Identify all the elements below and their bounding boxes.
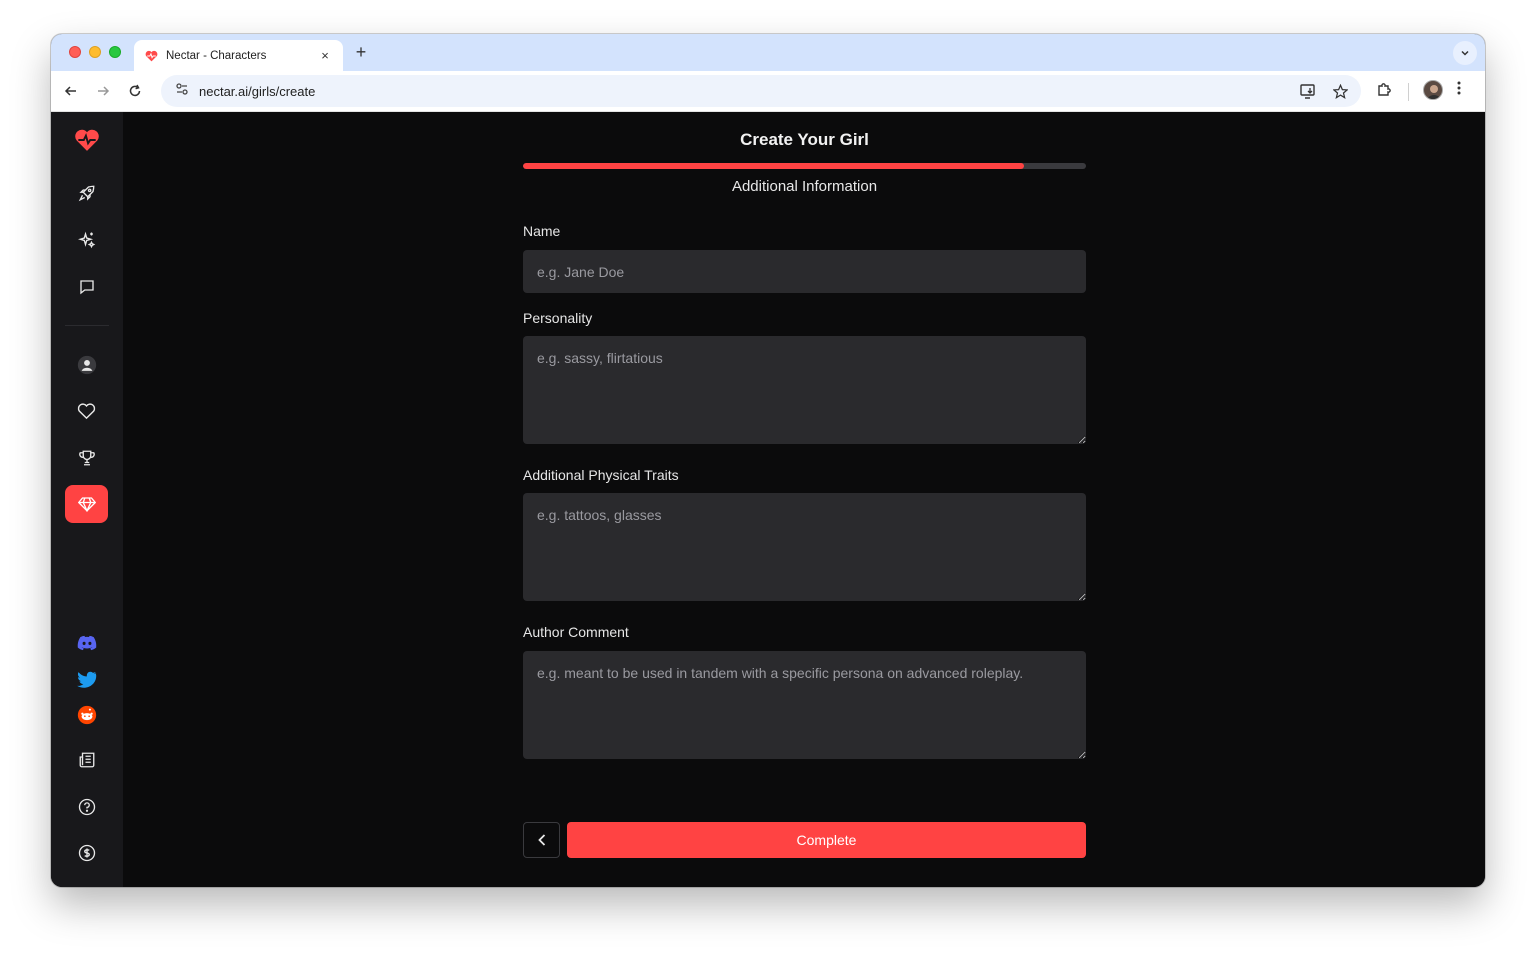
toolbar-separator (1408, 83, 1409, 101)
window-controls (69, 46, 121, 58)
browser-menu-button[interactable] (1457, 81, 1461, 95)
main-content: Create Your Girl Additional Information … (123, 112, 1485, 887)
back-nav-button[interactable] (61, 81, 81, 101)
arrow-right-icon (98, 86, 110, 96)
profile-button[interactable] (1423, 80, 1443, 100)
new-tab-button[interactable]: + (351, 43, 371, 63)
personality-label: Personality (523, 310, 593, 326)
progress-fill (523, 163, 1025, 169)
tab-strip: Nectar - Characters × + (51, 34, 1485, 71)
complete-button[interactable]: Complete (567, 822, 1086, 858)
help-icon[interactable] (65, 788, 108, 826)
trophy-icon[interactable] (65, 439, 108, 477)
physical-traits-input[interactable] (523, 493, 1086, 601)
close-window-button[interactable] (69, 46, 81, 58)
heart-favicon-icon (144, 49, 158, 63)
tab-search-button[interactable] (1453, 41, 1477, 65)
url-text: nectar.ai/girls/create (199, 83, 316, 99)
extensions-button[interactable] (1376, 81, 1392, 97)
sidebar (51, 112, 123, 887)
tab-title: Nectar - Characters (166, 49, 267, 62)
back-button[interactable] (523, 822, 560, 858)
minimize-window-button[interactable] (89, 46, 101, 58)
bookmark-star-icon[interactable] (1331, 82, 1349, 100)
sidebar-divider (65, 325, 109, 326)
chat-icon[interactable] (65, 268, 108, 306)
more-vert-icon (1457, 81, 1461, 95)
reddit-icon[interactable] (65, 696, 108, 734)
rocket-icon[interactable] (65, 174, 108, 212)
dollar-icon[interactable] (65, 834, 108, 872)
author-comment-label: Author Comment (523, 624, 629, 640)
discord-icon[interactable] (65, 624, 108, 662)
nectar-logo-icon[interactable] (65, 121, 108, 159)
forward-nav-button[interactable] (93, 81, 113, 101)
tab-close-icon[interactable]: × (317, 48, 333, 63)
browser-window: Nectar - Characters × + nectar.ai/girls/… (51, 34, 1485, 887)
page-title: Create Your Girl (740, 130, 869, 149)
browser-toolbar: nectar.ai/girls/create (51, 71, 1485, 112)
newspaper-icon[interactable] (65, 741, 108, 779)
chevron-down-icon (1461, 50, 1469, 56)
twitter-icon[interactable] (65, 660, 108, 698)
puzzle-icon (1378, 83, 1391, 96)
address-bar[interactable]: nectar.ai/girls/create (161, 75, 1361, 107)
avatar (1423, 80, 1443, 100)
arrow-left-icon (64, 86, 76, 96)
name-input[interactable] (523, 250, 1086, 293)
heart-icon[interactable] (65, 392, 108, 430)
reload-icon (129, 84, 141, 97)
app-area: Create Your Girl Additional Information … (51, 112, 1485, 887)
install-app-icon[interactable] (1299, 82, 1317, 100)
name-label: Name (523, 223, 561, 239)
gem-icon[interactable] (65, 485, 108, 523)
step-title: Additional Information (731, 178, 878, 195)
physical-traits-label: Additional Physical Traits (523, 467, 679, 483)
browser-tab[interactable]: Nectar - Characters × (134, 40, 343, 71)
maximize-window-button[interactable] (109, 46, 121, 58)
site-settings-icon[interactable] (175, 82, 189, 101)
chevron-left-icon (537, 834, 545, 846)
progress-bar (523, 163, 1086, 169)
sparkles-icon[interactable] (65, 221, 108, 259)
user-icon[interactable] (65, 346, 108, 384)
author-comment-input[interactable] (523, 651, 1086, 759)
personality-input[interactable] (523, 336, 1086, 444)
reload-button[interactable] (125, 81, 145, 101)
